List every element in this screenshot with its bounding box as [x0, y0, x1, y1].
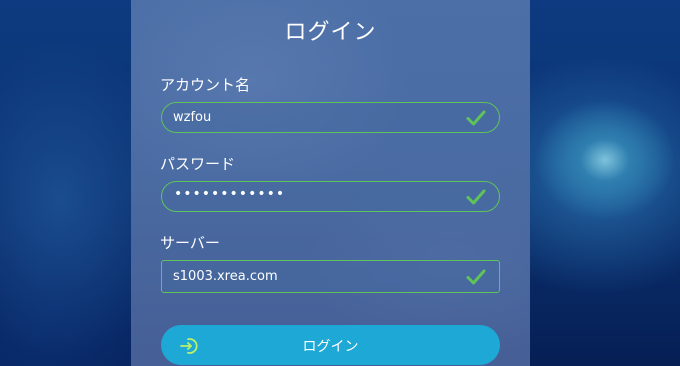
account-name-value: wzfou — [173, 110, 212, 125]
server-field[interactable]: s1003.xrea.com — [161, 260, 500, 293]
password-label: パスワード — [160, 155, 236, 173]
account-name-label: アカウント名 — [160, 76, 251, 94]
background: ログイン アカウント名 wzfou パスワード •••••••••••• サーバ… — [0, 0, 680, 366]
check-icon — [466, 269, 486, 285]
login-button[interactable]: ログイン — [161, 325, 500, 365]
password-field[interactable]: •••••••••••• — [161, 181, 500, 212]
login-panel: ログイン アカウント名 wzfou パスワード •••••••••••• サーバ… — [131, 0, 530, 366]
server-value: s1003.xrea.com — [173, 269, 278, 284]
account-name-field[interactable]: wzfou — [161, 102, 500, 133]
check-icon — [466, 110, 486, 126]
login-button-label: ログイン — [302, 339, 359, 355]
check-icon — [466, 189, 486, 205]
server-label: サーバー — [160, 234, 220, 252]
password-value: •••••••••••• — [174, 186, 286, 202]
page-title: ログイン — [284, 20, 377, 45]
